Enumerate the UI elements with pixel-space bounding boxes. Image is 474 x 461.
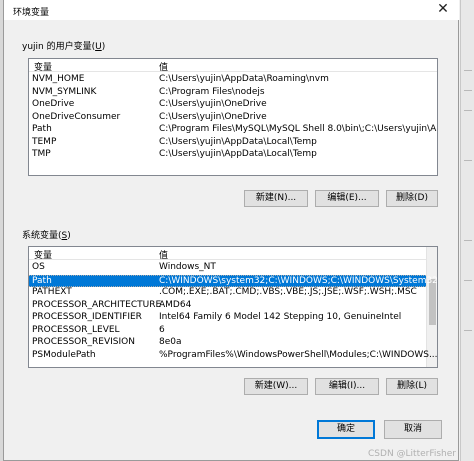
user-edit-button[interactable]: 编辑(E)...	[315, 190, 379, 207]
variable-name-cell: Path	[32, 275, 52, 286]
variable-value-cell: C:\Users\yujin\AppData\Local\Temp	[159, 136, 317, 147]
variable-name-cell: TEMP	[32, 136, 57, 147]
variable-value-cell: Windows_NT	[159, 262, 216, 272]
table-row[interactable]: TEMP C:\Users\yujin\AppData\Local\Temp	[29, 137, 437, 149]
table-row[interactable]: TMP C:\Users\yujin\AppData\Local\Temp	[29, 149, 437, 161]
variable-name-cell: Path	[32, 124, 52, 134]
user-new-button[interactable]: 新建(N)...	[244, 190, 308, 207]
variable-value-cell: C:\Users\yujin\AppData\Roaming\nvm	[159, 74, 329, 84]
variable-value-cell: C:\WINDOWS\system32;C:\WINDOWS;C:\WINDOW…	[159, 275, 438, 286]
table-row[interactable]: OneDrive C:\Users\yujin\OneDrive	[29, 99, 437, 111]
variable-value-cell: 6	[159, 324, 165, 335]
system-new-button[interactable]: 新建(W)...	[244, 378, 308, 395]
table-row[interactable]: NVM_SYMLINK C:\Program Files\nodejs	[29, 87, 437, 99]
system-variables-label: 系统变量(S)	[22, 231, 71, 241]
variable-name-cell: PATHEXT	[32, 287, 72, 297]
table-row[interactable]: NVM_HOME C:\Users\yujin\AppData\Roaming\n…	[29, 74, 437, 86]
table-row[interactable]: OneDriveConsumer C:\Users\yujin\OneDrive	[29, 112, 437, 124]
list-header: 变量 值	[29, 247, 437, 261]
variable-value-cell: C:\Program Files\MySQL\MySQL Shell 8.0\b…	[159, 124, 438, 134]
variable-value-cell: %ProgramFiles%\WindowsPowerShell\Modules…	[159, 349, 438, 360]
variable-name-cell: PROCESSOR_IDENTIFIER	[32, 312, 142, 322]
variable-name-cell: OneDrive	[32, 99, 75, 109]
list-header: 变量 值	[29, 59, 437, 73]
background-window-edge-right	[460, 0, 474, 461]
variable-name-cell: PROCESSOR_REVISION	[32, 337, 135, 347]
system-edit-button[interactable]: 编辑(I)...	[315, 378, 379, 395]
cancel-button[interactable]: 取消	[384, 420, 442, 439]
table-row[interactable]: PROCESSOR_LEVEL 6	[29, 325, 426, 337]
window-title: 环境变量	[13, 8, 50, 18]
table-row[interactable]: PROCESSOR_ARCHITECTURE AMD64	[29, 300, 426, 312]
ok-button[interactable]: 确定	[317, 420, 375, 439]
column-header-value[interactable]: 值	[159, 248, 168, 261]
table-row[interactable]: PATHEXT .COM;.EXE;.BAT;.CMD;.VBS;.VBE;.JS…	[29, 287, 426, 299]
scrollbar-thumb[interactable]	[429, 279, 436, 325]
environment-variables-dialog: 环境变量 ✕ yujin 的用户变量(U) 变量 值 NVM_HOME C:\Us…	[3, 0, 459, 461]
table-row[interactable]: Path C:\WINDOWS\system32;C:\WINDOWS;C:\WI…	[29, 274, 437, 287]
user-delete-button[interactable]: 删除(D)	[386, 190, 438, 207]
variable-name-cell: PSModulePath	[32, 349, 96, 360]
variable-name-cell: NVM_HOME	[32, 74, 85, 84]
variable-value-cell: C:\Users\yujin\OneDrive	[159, 111, 267, 122]
variable-value-cell: C:\Users\yujin\OneDrive	[159, 99, 267, 109]
watermark: CSDN @LitterFisher	[368, 449, 456, 459]
title-bar: 环境变量 ✕	[4, 0, 459, 20]
table-row[interactable]: PSModulePath %ProgramFiles%\WindowsPowerS…	[29, 349, 437, 362]
variable-value-cell: 8e0a	[159, 337, 182, 347]
system-variables-list[interactable]: 变量 值 OS Windows_NT Path C:\WINDOWS\system32…	[28, 246, 438, 368]
variable-value-cell: C:\Users\yujin\AppData\Local\Temp	[159, 149, 317, 159]
column-header-value[interactable]: 值	[159, 60, 168, 73]
variable-name-cell: NVM_SYMLINK	[32, 86, 97, 97]
variable-name-cell: TMP	[32, 149, 51, 159]
variable-name-cell: OneDriveConsumer	[32, 111, 121, 122]
column-header-variable[interactable]: 变量	[34, 60, 52, 73]
table-row[interactable]: PROCESSOR_IDENTIFIER Intel64 Family 6 Mod…	[29, 312, 426, 324]
table-row[interactable]: PROCESSOR_REVISION 8e0a	[29, 337, 426, 349]
table-row[interactable]: Path C:\Program Files\MySQL\MySQL Shell 8…	[29, 124, 437, 136]
variable-name-cell: PROCESSOR_LEVEL	[32, 324, 120, 335]
user-variables-label: yujin 的用户变量(U)	[22, 42, 106, 52]
system-delete-button[interactable]: 删除(L)	[386, 378, 438, 395]
variable-name-cell: PROCESSOR_ARCHITECTURE	[32, 299, 162, 310]
variable-value-cell: Intel64 Family 6 Model 142 Stepping 10, …	[159, 312, 402, 322]
close-icon[interactable]: ✕	[435, 1, 451, 17]
variable-value-cell: .COM;.EXE;.BAT;.CMD;.VBS;.VBE;.JS;.JSE;.…	[159, 287, 417, 297]
column-header-variable[interactable]: 变量	[34, 248, 52, 261]
variable-value-cell: C:\Program Files\nodejs	[159, 86, 265, 97]
user-variables-list[interactable]: 变量 值 NVM_HOME C:\Users\yujin\AppData\Roam…	[28, 58, 438, 176]
table-row[interactable]: OS Windows_NT	[29, 262, 426, 274]
variable-name-cell: OS	[32, 262, 45, 272]
variable-value-cell: AMD64	[159, 299, 192, 310]
